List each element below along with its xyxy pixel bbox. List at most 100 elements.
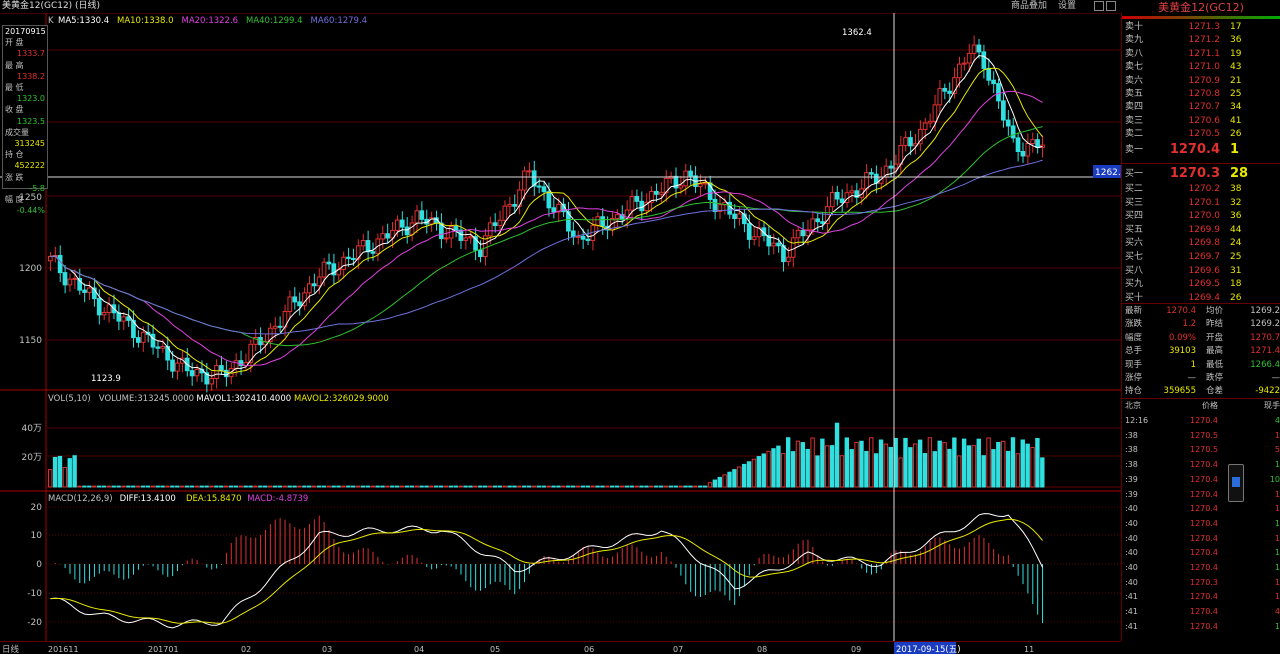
volume-bar xyxy=(795,440,801,488)
candle-body xyxy=(849,190,855,194)
candle-body xyxy=(839,198,845,204)
candle-body xyxy=(976,44,982,53)
volume-bar xyxy=(732,469,737,488)
tick-price: 1270.4 xyxy=(1190,489,1218,499)
tick-volume: 1 xyxy=(1274,489,1280,499)
ask-row: 卖一 1270.4 1 xyxy=(1122,142,1280,158)
candle-body xyxy=(292,296,298,303)
candle-body xyxy=(795,229,801,239)
candle-body xyxy=(712,198,718,213)
stat-value: 1271.4 xyxy=(1250,346,1280,357)
volume-bar xyxy=(482,485,488,488)
volume-bar xyxy=(546,485,551,488)
tick-price: 1270.5 xyxy=(1190,445,1218,455)
ask-label: 卖九 xyxy=(1125,35,1144,46)
volume-bars xyxy=(48,422,1045,488)
volume-bar xyxy=(917,439,923,488)
tick-row: :41 1270.4 1 xyxy=(1122,620,1280,635)
candle-body xyxy=(746,223,752,240)
volume-bar xyxy=(91,485,97,488)
candle-body xyxy=(966,52,972,64)
ask-volume: 1 xyxy=(1230,141,1240,157)
volume-bar xyxy=(517,485,522,488)
tick-row: 12:16 1270.4 4 xyxy=(1122,414,1280,429)
ask-label: 卖三 xyxy=(1125,115,1144,126)
volume-bar xyxy=(355,485,361,488)
volume-bar xyxy=(223,485,229,488)
y-tick-label: 1150 xyxy=(19,336,42,346)
ask-label: 卖五 xyxy=(1125,89,1144,99)
volume-bar xyxy=(766,450,771,488)
volume-bar xyxy=(390,485,395,488)
candle-body xyxy=(800,229,806,237)
volume-bar xyxy=(996,441,1001,488)
tick-time: :38 xyxy=(1125,430,1138,440)
volume-bar xyxy=(561,485,566,488)
candle-body xyxy=(1025,143,1031,157)
ask-price: 1271.2 xyxy=(1188,35,1221,46)
volume-bar xyxy=(864,450,869,488)
tick-price: 1270.4 xyxy=(1190,504,1218,514)
info-label: 收 盘 xyxy=(5,105,24,115)
candle-body xyxy=(654,190,659,195)
candle-body xyxy=(497,219,503,227)
setting-button[interactable]: 设置 xyxy=(1058,0,1076,13)
volume-bar xyxy=(937,440,942,488)
candle-body xyxy=(526,170,532,173)
phone-icon[interactable] xyxy=(1228,464,1244,502)
candle-body xyxy=(864,172,869,190)
volume-bar xyxy=(624,485,630,488)
volume-bar xyxy=(556,485,561,488)
restore-icon[interactable] xyxy=(1094,1,1104,11)
candle-body xyxy=(409,222,415,236)
candle-body xyxy=(932,104,938,122)
candle-body xyxy=(614,214,620,220)
candle-body xyxy=(908,137,913,147)
ask-price: 1270.9 xyxy=(1188,75,1221,86)
candle-body xyxy=(551,207,557,213)
candle-body xyxy=(971,44,977,54)
stat-value: 1.2 xyxy=(1182,319,1196,330)
candle-body xyxy=(170,359,175,372)
volume-bar xyxy=(487,485,493,488)
ma-legend-item: MA20:1322.6 xyxy=(182,16,239,26)
candle-body xyxy=(991,79,996,85)
y-tick-label: 1200 xyxy=(19,264,42,274)
ask-label: 卖十 xyxy=(1125,22,1144,32)
overlay-commodity-button[interactable]: 商品叠加 xyxy=(1011,0,1047,13)
volume-bar xyxy=(981,455,986,488)
candle-body xyxy=(639,200,645,212)
stat-label: 昨结 xyxy=(1206,319,1224,330)
candle-body xyxy=(121,316,126,322)
volume-bar xyxy=(663,485,669,488)
candle-body xyxy=(155,346,161,349)
candle-body xyxy=(741,213,747,225)
ask-label: 卖二 xyxy=(1125,129,1144,140)
volume-bar xyxy=(746,461,752,488)
tick-time: :40 xyxy=(1125,577,1138,587)
chart-area[interactable]: K MA5:1330.4 MA10:1338.0 MA20:1322.6 MA40:12… xyxy=(0,13,1122,641)
volume-bar xyxy=(961,438,967,488)
volume-bar xyxy=(233,485,239,488)
bid-price: 1270.0 xyxy=(1188,211,1221,222)
close-icon[interactable] xyxy=(1106,1,1116,11)
candle-body xyxy=(82,289,87,293)
volume-bar xyxy=(761,453,766,488)
volume-bar xyxy=(277,485,283,488)
candle-body xyxy=(140,331,146,343)
tick-price: 1270.4 xyxy=(1190,548,1218,558)
candle-body xyxy=(346,256,351,259)
candle-body xyxy=(307,283,312,294)
volume-bar xyxy=(693,485,698,488)
volume-bar xyxy=(48,469,53,488)
bid-volume: 18 xyxy=(1230,279,1242,290)
candle-body xyxy=(1020,151,1026,157)
candle-body xyxy=(922,122,928,130)
candle-body xyxy=(1005,119,1011,127)
stat-label: 总手 xyxy=(1125,346,1143,357)
volume-bar xyxy=(893,437,898,488)
bid-label: 买二 xyxy=(1125,184,1144,194)
ask-row: 卖九 1271.2 36 xyxy=(1122,34,1280,47)
volume-bar xyxy=(1005,450,1011,488)
stat-label: 幅度 xyxy=(1125,332,1143,343)
